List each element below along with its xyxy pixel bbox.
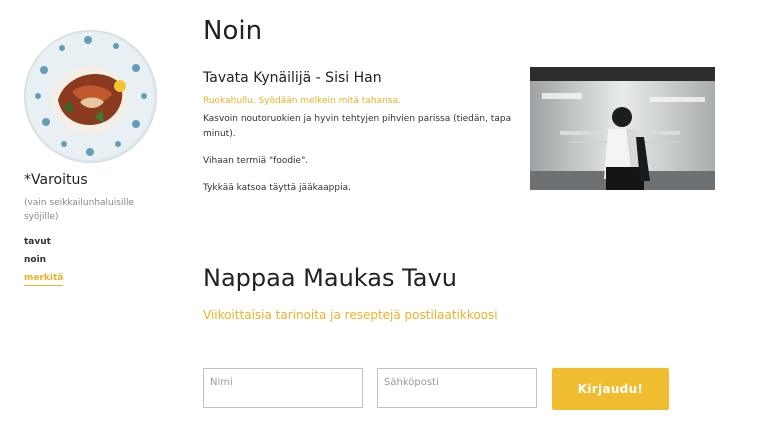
nav-item-tavut[interactable]: tavut bbox=[24, 236, 63, 254]
avatar[interactable] bbox=[24, 30, 157, 163]
page-title: Noin bbox=[203, 16, 263, 46]
subway-woman-image bbox=[530, 67, 715, 190]
nav-item-label: tavut bbox=[24, 237, 51, 247]
email-field[interactable]: Sähköposti bbox=[377, 368, 537, 408]
signup-button[interactable]: Kirjaudu! bbox=[552, 368, 669, 410]
nav-item-label: merkitä bbox=[24, 273, 64, 286]
about-tagline: Ruokahullu. Syödään melkein mitä tahansa… bbox=[203, 96, 401, 106]
nav-item-label: noin bbox=[24, 255, 47, 265]
about-paragraph: Tykkää katsoa täyttä jääkaappia. bbox=[203, 183, 351, 193]
newsletter-title: Nappaa Maukas Tavu bbox=[203, 264, 457, 292]
about-text: Kasvoin noutoruokien ja hyvin tehtyjen p… bbox=[203, 112, 513, 208]
site-title: *Varoitus bbox=[24, 172, 88, 188]
name-field[interactable]: Nimi bbox=[203, 368, 363, 408]
sidebar-nav: tavut noin merkitä bbox=[24, 236, 64, 290]
newsletter-subtitle: Viikoittaisia tarinoita ja reseptejä pos… bbox=[203, 308, 498, 322]
author-photo bbox=[530, 67, 715, 190]
nav-item-merkita[interactable]: merkitä bbox=[24, 272, 64, 290]
sidebar: *Varoitus (vain seikkailunhaluisille syö… bbox=[0, 0, 180, 424]
about-heading: Tavata Kynäilijä - Sisi Han bbox=[203, 70, 382, 86]
about-paragraph: Vihaan termiä "foodie". bbox=[203, 156, 309, 166]
site-description: (vain seikkailunhaluisille syöjille) bbox=[24, 198, 134, 222]
food-plate-image bbox=[26, 32, 154, 160]
about-paragraph: Kasvoin noutoruokien ja hyvin tehtyjen p… bbox=[203, 114, 512, 139]
nav-item-noin[interactable]: noin bbox=[24, 254, 63, 272]
